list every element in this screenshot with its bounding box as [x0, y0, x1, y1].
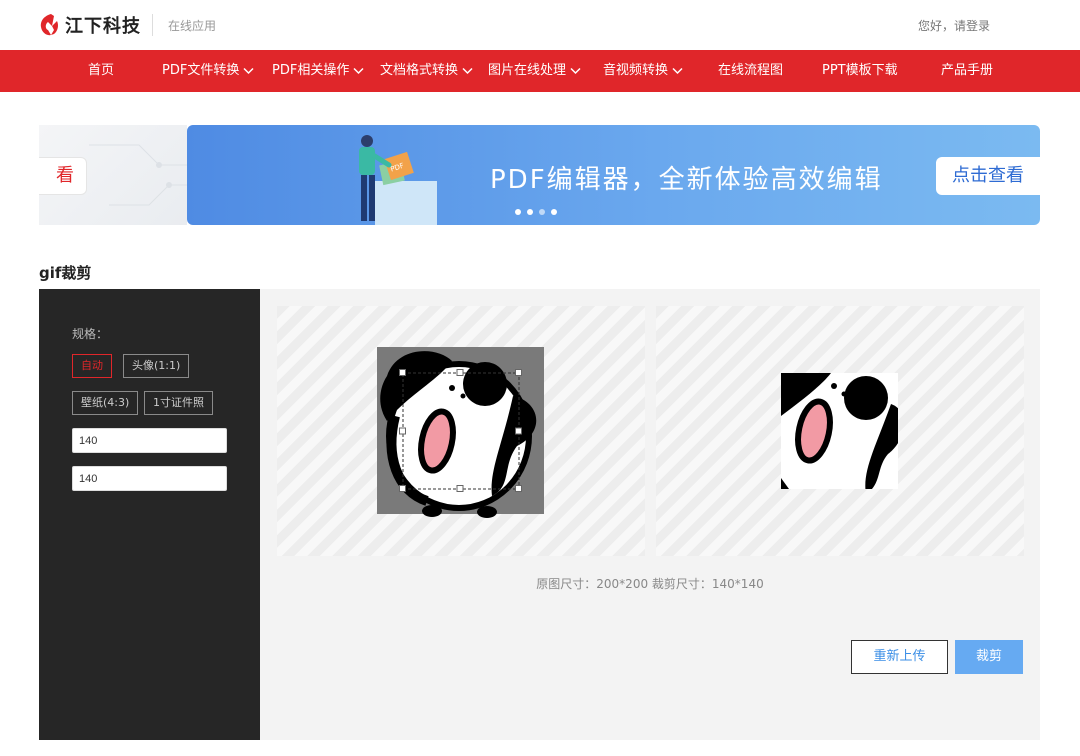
- person-with-pdf-illustration: PDF: [359, 135, 437, 225]
- carousel-dot[interactable]: [515, 209, 521, 215]
- logo-icon: [40, 14, 58, 36]
- nav-item-manual[interactable]: 产品手册: [941, 50, 993, 92]
- source-preview: [277, 306, 645, 556]
- chevron-down-icon: [353, 67, 364, 75]
- nav-item-image-tools[interactable]: 图片在线处理: [488, 50, 581, 92]
- chevron-down-icon: [672, 67, 683, 75]
- settings-sidebar: 规格： 自动 头像(1:1) 壁纸(4:3) 1寸证件照: [39, 289, 260, 740]
- crop-handle[interactable]: [515, 427, 522, 435]
- nav-item-av-convert[interactable]: 音视频转换: [603, 50, 683, 92]
- size-info: 原图尺寸：200*200 裁剪尺寸：140*140: [536, 577, 764, 591]
- nav-item-label: 首页: [88, 63, 115, 78]
- login-link[interactable]: 您好，请登录: [918, 17, 990, 34]
- chevron-down-icon: [462, 67, 473, 75]
- logo-subtitle: 在线应用: [168, 19, 217, 33]
- spec-label: 规格：: [72, 327, 109, 341]
- spec-wallpaper-button[interactable]: 壁纸(4:3): [72, 391, 139, 415]
- spec-id-photo-button[interactable]: 1寸证件照: [144, 391, 213, 415]
- nav-item-label: PPT模板下载: [822, 63, 898, 78]
- logo-divider: [152, 14, 153, 36]
- carousel-dots: [515, 209, 557, 215]
- circuit-pattern-icon: [89, 144, 187, 206]
- result-preview: [656, 306, 1024, 556]
- crop-handle[interactable]: [456, 485, 464, 492]
- spec-avatar-button[interactable]: 头像(1:1): [123, 354, 190, 378]
- spec-auto-button[interactable]: 自动: [72, 354, 112, 378]
- banner[interactable]: PDF PDF编辑器，全新体验高效编辑 点击查看: [187, 125, 1040, 225]
- nav-item-label: 文档格式转换: [380, 63, 459, 78]
- nav-item-home[interactable]: 首页: [88, 50, 114, 92]
- chevron-down-icon: [570, 67, 581, 75]
- nav-item-label: 图片在线处理: [488, 63, 567, 78]
- height-input[interactable]: [72, 466, 227, 491]
- carousel-dot[interactable]: [527, 209, 533, 215]
- nav-item-pdf-ops[interactable]: PDF相关操作: [272, 50, 364, 92]
- chevron-down-icon: [243, 67, 254, 75]
- gif-crop-tool: 规格： 自动 头像(1:1) 壁纸(4:3) 1寸证件照 140 140 原图尺…: [39, 289, 1040, 740]
- main-nav: 首页 PDF文件转换 PDF相关操作 文档格式转换 图片在线处理 音视频转换 在…: [0, 50, 1080, 92]
- nav-item-doc-convert[interactable]: 文档格式转换: [380, 50, 473, 92]
- crop-handle[interactable]: [399, 369, 406, 376]
- nav-item-label: 音视频转换: [603, 63, 669, 78]
- nav-item-ppt-templates[interactable]: PPT模板下载: [822, 50, 898, 92]
- carousel-dot[interactable]: [551, 209, 557, 215]
- banner-prev-cta[interactable]: 看: [39, 157, 87, 195]
- width-input[interactable]: [72, 428, 227, 453]
- banner-title: PDF编辑器，全新体验高效编辑: [490, 165, 883, 195]
- carousel-dot[interactable]: [539, 209, 545, 215]
- crop-handle[interactable]: [515, 485, 522, 492]
- logo[interactable]: 江下科技: [38, 12, 141, 38]
- crop-handle[interactable]: [399, 485, 406, 492]
- nav-item-flowchart[interactable]: 在线流程图: [718, 50, 783, 92]
- nav-item-label: 在线流程图: [718, 63, 784, 78]
- crop-handle[interactable]: [456, 369, 464, 376]
- banner-prev-slide[interactable]: 看: [39, 125, 187, 225]
- reupload-button[interactable]: 重新上传: [851, 640, 948, 674]
- banner-cta-button[interactable]: 点击查看: [936, 157, 1040, 195]
- nav-item-pdf-convert[interactable]: PDF文件转换: [162, 50, 254, 92]
- logo-text: 江下科技: [65, 16, 141, 37]
- crop-handle[interactable]: [399, 427, 406, 435]
- top-bar: 江下科技 在线应用 您好，请登录: [0, 0, 1080, 50]
- source-image-canvas[interactable]: [277, 306, 645, 556]
- nav-item-label: 产品手册: [941, 63, 994, 78]
- nav-item-label: PDF相关操作: [272, 63, 350, 78]
- page-title: gif裁剪: [39, 264, 92, 282]
- banner-prev-cta-label: 看: [56, 165, 74, 186]
- crop-handle[interactable]: [515, 369, 522, 376]
- result-image-canvas: [781, 373, 898, 489]
- nav-item-label: PDF文件转换: [162, 63, 240, 78]
- crop-button[interactable]: 裁剪: [955, 640, 1023, 674]
